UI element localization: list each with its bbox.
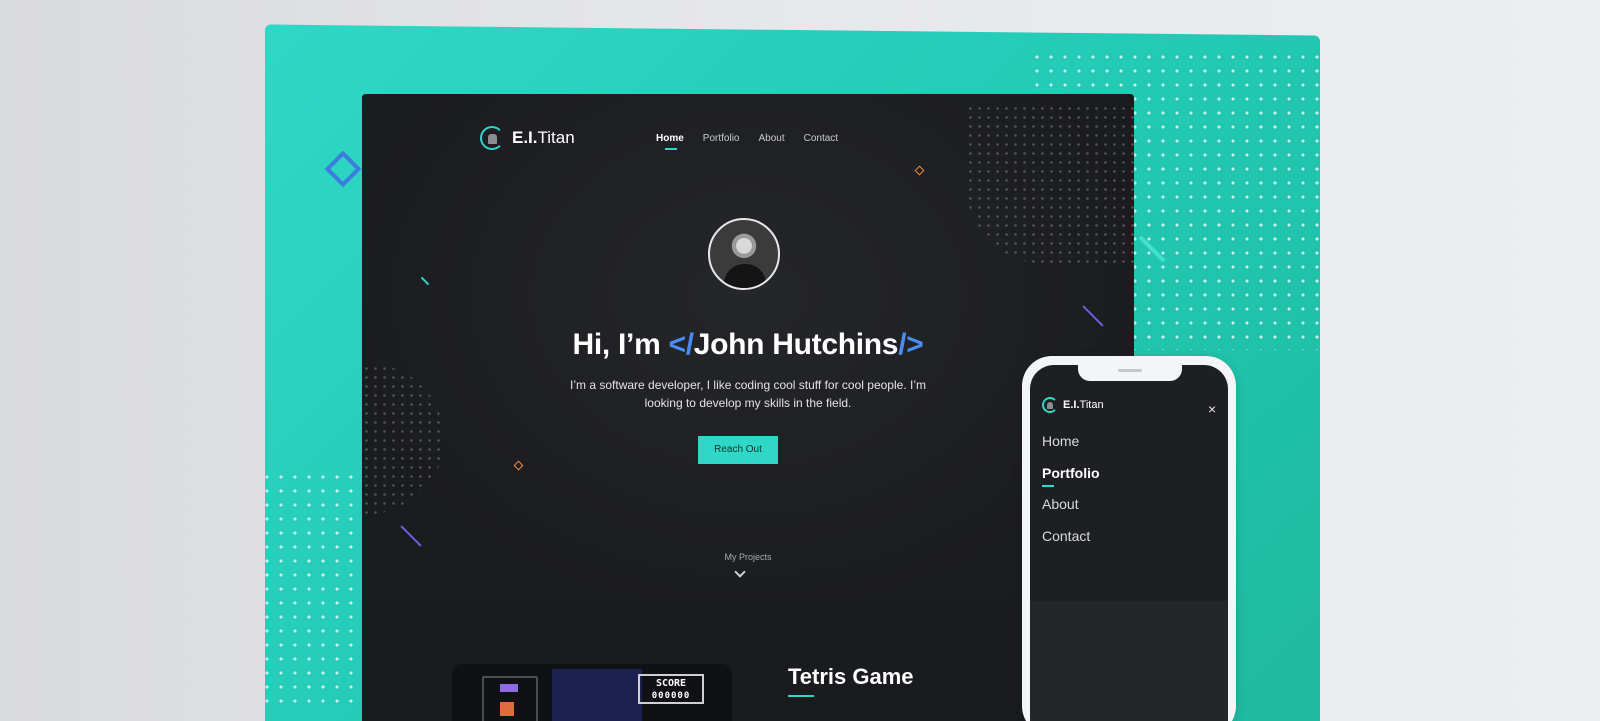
project-title: Tetris Game <box>788 664 914 689</box>
mobile-phone-mockup: E.I.Titan × Home Portfolio About Contact <box>1022 356 1236 721</box>
speaker-grille <box>1118 369 1142 372</box>
mobile-nav-contact[interactable]: Contact <box>1042 528 1100 560</box>
site-logo[interactable]: E.I.Titan <box>480 126 575 150</box>
mobile-nav-portfolio[interactable]: Portfolio <box>1042 465 1100 497</box>
tetris-piece <box>500 684 518 692</box>
decorative-dot-grid <box>260 470 355 710</box>
nav-link-portfolio[interactable]: Portfolio <box>703 133 740 144</box>
score-value: 000000 <box>651 691 691 701</box>
close-icon[interactable]: × <box>1208 402 1216 416</box>
my-projects-link[interactable]: My Projects <box>698 552 798 562</box>
score-label: SCORE <box>655 678 687 689</box>
mobile-nav-menu: Home Portfolio About Contact <box>1042 433 1100 559</box>
phone-notch <box>1078 365 1182 381</box>
hero-heading: Hi, I’m </John Hutchins/> <box>572 328 924 361</box>
mobile-site-logo[interactable]: E.I.Titan <box>1042 397 1104 413</box>
hero-description: I’m a software developer, I like coding … <box>570 378 926 410</box>
tetris-board <box>552 669 642 721</box>
desktop-website-preview: E.I.Titan Home Portfolio About Contact H… <box>362 94 1134 721</box>
spartan-helmet-icon <box>480 126 504 150</box>
tetris-piece <box>500 702 514 716</box>
mobile-nav-about[interactable]: About <box>1042 496 1100 528</box>
decorative-dot-grid <box>966 104 1134 264</box>
title-underline <box>788 695 814 697</box>
nav-link-about[interactable]: About <box>758 133 784 144</box>
profile-avatar <box>708 218 780 290</box>
mobile-lower-panel <box>1030 601 1228 721</box>
logo-text: E.I.Titan <box>1063 399 1104 411</box>
nav-link-home[interactable]: Home <box>656 133 684 150</box>
reach-out-button[interactable]: Reach Out <box>698 436 778 464</box>
nav-link-contact[interactable]: Contact <box>804 133 838 144</box>
logo-text: E.I.Titan <box>512 128 575 147</box>
spartan-helmet-icon <box>1042 397 1058 413</box>
main-navigation: Home Portfolio About Contact <box>656 133 838 150</box>
tetris-score-box: SCORE 000000 <box>638 674 704 704</box>
mobile-screen: E.I.Titan × Home Portfolio About Contact <box>1030 365 1228 721</box>
mobile-nav-home[interactable]: Home <box>1042 433 1100 465</box>
